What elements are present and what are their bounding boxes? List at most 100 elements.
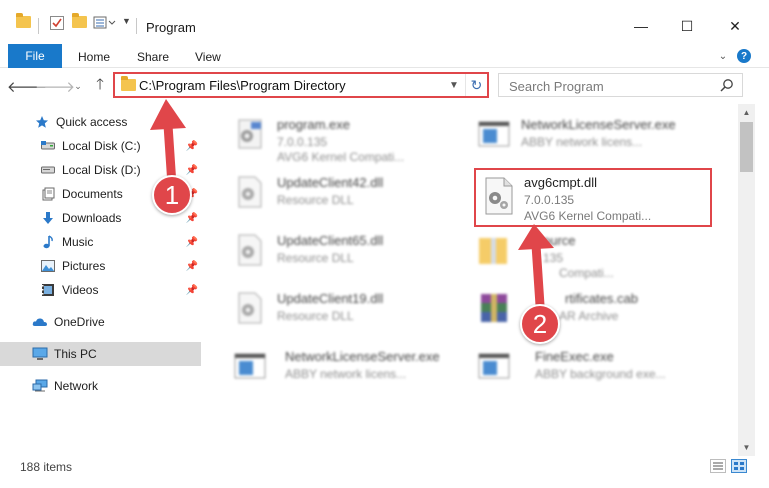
- sidebar-item-label: Network: [54, 379, 99, 393]
- winrar-icon: [481, 294, 507, 322]
- dll-gear-icon: [238, 292, 262, 324]
- tab-view[interactable]: View: [195, 50, 221, 64]
- file-description: AVG6 Kernel Compati...: [524, 209, 652, 223]
- file-name: UpdateClient19.dll: [277, 291, 384, 306]
- sidebar-item-label: This PC: [54, 347, 97, 361]
- file-item[interactable]: UpdateClient42.dll Resource DLL: [233, 170, 453, 218]
- sidebar-item-network[interactable]: Network: [0, 375, 205, 397]
- file-item[interactable]: program.exe 7.0.0.135 AVG6 Kernel Compat…: [233, 112, 453, 164]
- dll-gear-icon: [485, 177, 513, 215]
- folder-zip-icon: [479, 238, 507, 264]
- pin-icon[interactable]: 📌: [186, 284, 198, 296]
- file-description: Resource DLL: [277, 193, 354, 207]
- file-list: program.exe 7.0.0.135 AVG6 Kernel Compat…: [205, 104, 738, 456]
- file-item[interactable]: UpdateClient65.dll Resource DLL: [233, 228, 453, 276]
- network-icon: [32, 378, 48, 394]
- file-item[interactable]: NetworkLicenseServer.exe ABBY network li…: [477, 112, 727, 160]
- pictures-icon: [40, 258, 56, 274]
- sidebar-item-pictures[interactable]: Pictures 📌: [0, 255, 205, 277]
- sidebar-item-videos[interactable]: Videos 📌: [0, 279, 205, 301]
- file-name: NetworkLicenseServer.exe: [521, 117, 676, 132]
- file-description: ABBY background exe...: [535, 367, 666, 381]
- file-name: UpdateClient65.dll: [277, 233, 384, 248]
- sidebar-item-label: Local Disk (D:): [62, 163, 141, 177]
- new-folder-icon[interactable]: [72, 13, 87, 28]
- large-icons-view-icon[interactable]: [731, 459, 747, 473]
- address-path[interactable]: C:\Program Files\Program Directory: [139, 78, 346, 93]
- forward-arrow-icon[interactable]: 🡒: [35, 76, 75, 96]
- file-version: 7.0.0.135: [277, 135, 328, 149]
- status-bar: 188 items: [0, 456, 769, 488]
- cloud-icon: [32, 314, 48, 330]
- file-description: Resource DLL: [277, 309, 354, 323]
- search-input[interactable]: Search Program: [498, 73, 743, 97]
- star-icon: [34, 114, 50, 130]
- pin-icon[interactable]: 📌: [186, 236, 198, 248]
- recent-locations-icon[interactable]: ⌄: [68, 76, 88, 96]
- callout-badge-1: 1: [152, 175, 192, 215]
- maximize-button[interactable]: ☐: [664, 14, 710, 38]
- refresh-icon[interactable]: ↻: [465, 74, 487, 96]
- scroll-down-icon[interactable]: ▼: [738, 439, 755, 456]
- sidebar-item-label: Videos: [62, 283, 99, 297]
- pin-icon[interactable]: 📌: [186, 212, 198, 224]
- file-description: AR Archive: [559, 309, 619, 323]
- scroll-up-icon[interactable]: ▲: [738, 104, 755, 121]
- minimize-button[interactable]: —: [618, 14, 664, 38]
- sidebar-item-label: Pictures: [62, 259, 106, 273]
- divider: [136, 18, 137, 34]
- file-description: Resource DLL: [277, 251, 354, 265]
- file-description: ABBY network licens...: [521, 135, 643, 149]
- pin-icon[interactable]: 📌: [186, 164, 198, 176]
- tab-file[interactable]: File: [8, 44, 62, 68]
- sidebar-item-this-pc[interactable]: This PC: [0, 342, 201, 366]
- item-count: 188 items: [20, 460, 73, 474]
- highlighted-file-item[interactable]: avg6cmpt.dll 7.0.0.135 AVG6 Kernel Compa…: [474, 168, 712, 227]
- close-button[interactable]: ✕: [712, 14, 758, 38]
- sidebar-item-quick-access[interactable]: Quick access: [0, 111, 205, 133]
- file-item[interactable]: rtificates.cab AR Archive: [477, 286, 727, 334]
- sidebar-item-onedrive[interactable]: OneDrive: [0, 311, 205, 333]
- file-item[interactable]: ource 135 Compati...: [477, 228, 727, 280]
- file-item[interactable]: NetworkLicenseServer.exe ABBY network li…: [233, 344, 473, 392]
- tab-home[interactable]: Home: [78, 50, 110, 64]
- scrollbar-thumb[interactable]: [740, 122, 753, 172]
- drive-icon: [40, 162, 56, 178]
- videos-icon: [40, 282, 56, 298]
- sidebar-item-local-disk-c[interactable]: Local Disk (C:) 📌: [0, 135, 205, 157]
- file-description: AVG6 Kernel Compati...: [277, 150, 405, 164]
- window-app-icon: [478, 353, 510, 379]
- details-view-icon[interactable]: [710, 459, 726, 473]
- download-icon: [40, 210, 56, 226]
- title-bar: ▼ Program — ☐ ✕: [0, 0, 769, 38]
- address-bar[interactable]: C:\Program Files\Program Directory ▼ ↻: [113, 72, 489, 98]
- computer-icon: [32, 346, 48, 362]
- customize-toolbar-icon[interactable]: [93, 16, 117, 30]
- sidebar-item-music[interactable]: Music 📌: [0, 231, 205, 253]
- help-icon[interactable]: ?: [736, 48, 752, 64]
- expand-ribbon-icon[interactable]: ⌄: [715, 48, 731, 64]
- sidebar-item-label: Documents: [62, 187, 123, 201]
- up-arrow-icon[interactable]: 🡑: [90, 76, 110, 96]
- file-name: UpdateClient42.dll: [277, 175, 384, 190]
- exe-gear-icon: [238, 119, 262, 149]
- file-item[interactable]: UpdateClient19.dll Resource DLL: [233, 286, 453, 334]
- file-name: FineExec.exe: [535, 349, 614, 364]
- ribbon: File Home Share View ⌄ ?: [0, 38, 769, 68]
- chevron-down-icon[interactable]: ▼: [122, 16, 131, 26]
- file-item[interactable]: FineExec.exe ABBY background exe...: [477, 344, 727, 392]
- tab-share[interactable]: Share: [137, 50, 169, 64]
- dll-gear-icon: [238, 234, 262, 266]
- dll-gear-icon: [238, 176, 262, 208]
- properties-icon[interactable]: [50, 16, 64, 30]
- file-name: avg6cmpt.dll: [524, 175, 597, 190]
- vertical-scrollbar[interactable]: ▲ ▼: [738, 104, 755, 456]
- search-icon: [720, 79, 733, 92]
- callout-badge-2: 2: [520, 304, 560, 344]
- chevron-down-icon[interactable]: ▼: [445, 76, 463, 94]
- pin-icon[interactable]: 📌: [186, 140, 198, 152]
- search-placeholder: Search Program: [509, 79, 604, 94]
- music-icon: [40, 234, 56, 250]
- pin-icon[interactable]: 📌: [186, 260, 198, 272]
- folder-icon: [121, 76, 136, 91]
